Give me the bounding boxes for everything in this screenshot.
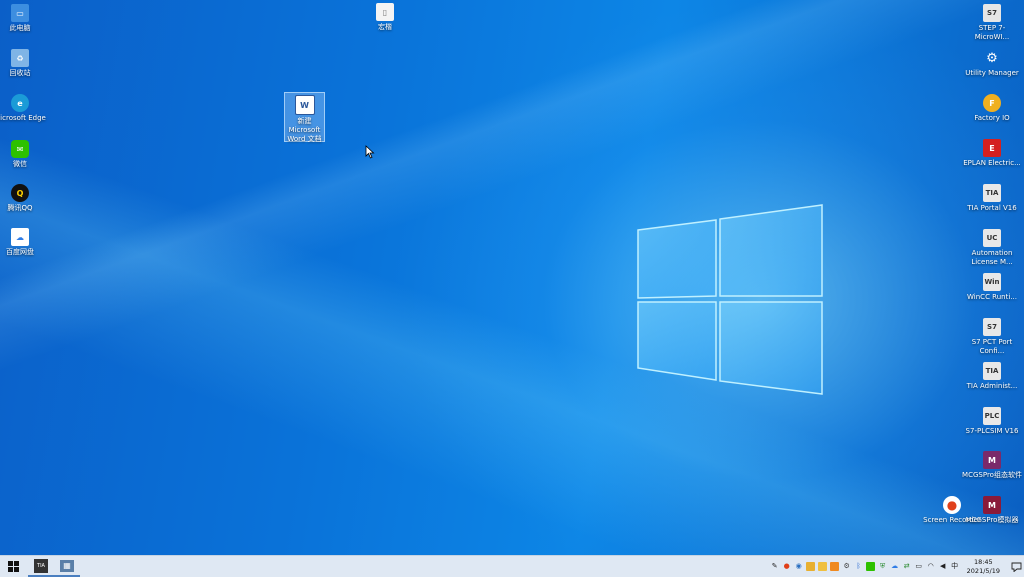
icon-label: Screen Recorder bbox=[923, 516, 981, 524]
icon-label: Utility Manager bbox=[965, 69, 1019, 77]
icon-label: 宏楷 bbox=[378, 23, 392, 31]
wechat-icon: ✉ bbox=[11, 140, 29, 158]
desktop-icon-mcgspro[interactable]: M MCGSPro组态软件 bbox=[962, 451, 1022, 480]
icon-label: EPLAN Electric... bbox=[963, 159, 1021, 167]
wechat-tray-icon[interactable] bbox=[866, 562, 876, 571]
mcgspro-simulator-icon: M bbox=[983, 496, 1001, 514]
s7-pct-icon: S7 bbox=[983, 318, 1001, 336]
start-button[interactable] bbox=[0, 556, 26, 577]
taskbar-app-window[interactable]: ▦ bbox=[54, 556, 80, 577]
desktop-icon-word-document[interactable]: W 新建 Microsoft Word 文档 bbox=[284, 92, 325, 143]
plcsim-icon: PLC bbox=[983, 407, 1001, 425]
mcgspro-icon: M bbox=[983, 451, 1001, 469]
desktop-icon-this-pc[interactable]: ▭ 此电脑 bbox=[0, 4, 50, 33]
desktop-icon-utility-manager[interactable]: ⚙ Utility Manager bbox=[962, 49, 1022, 78]
icon-label: 腾讯QQ bbox=[7, 204, 33, 212]
step7-icon: S7 bbox=[983, 4, 1001, 22]
desktop-icon-wechat[interactable]: ✉ 微信 bbox=[0, 140, 50, 169]
system-tray: ✎ ● ◉ ⚙ ᛒ ⛨ ☁ ⇄ ▭ ◠ ◀ 中 18:45 2021/5/19 bbox=[769, 556, 1024, 577]
desktop-icon-edge[interactable]: e Microsoft Edge bbox=[0, 94, 50, 123]
desktop-icon-top-file[interactable]: ▯ 宏楷 bbox=[355, 3, 415, 32]
recycle-bin-icon: ♻ bbox=[11, 49, 29, 67]
desktop-icon-tia-administrator[interactable]: TIA TIA Administ... bbox=[962, 362, 1022, 391]
clock-time: 18:45 bbox=[973, 557, 993, 566]
shield-icon[interactable]: ⛨ bbox=[878, 562, 887, 571]
notes-tray-icon[interactable] bbox=[818, 562, 828, 571]
computer-icon: ▭ bbox=[11, 4, 29, 22]
desktop-icon-eplan[interactable]: E EPLAN Electric... bbox=[962, 139, 1022, 168]
window-icon: ▦ bbox=[60, 559, 74, 572]
network-tray-icon[interactable]: ◉ bbox=[794, 562, 803, 571]
orange-app-tray-icon[interactable] bbox=[830, 562, 840, 571]
icon-label: Microsoft Edge bbox=[0, 114, 46, 122]
speaker-icon[interactable]: ◀ bbox=[938, 562, 947, 571]
icon-label: S7-PLCSIM V16 bbox=[965, 427, 1019, 435]
icon-label: TIA Administ... bbox=[966, 382, 1018, 390]
desktop-icon-recycle-bin[interactable]: ♻ 回收站 bbox=[0, 49, 50, 78]
usb-icon[interactable]: ⇄ bbox=[902, 562, 911, 571]
icon-label: S7 PCT Port Confi... bbox=[971, 338, 1013, 355]
factory-io-icon: F bbox=[983, 94, 1001, 112]
recorder-tray-icon[interactable]: ● bbox=[782, 562, 791, 571]
desktop-icon-qq[interactable]: Q 腾讯QQ bbox=[0, 184, 50, 213]
icon-label: WinCC Runti... bbox=[967, 293, 1017, 301]
desktop-icon-step7-microwin[interactable]: S7 STEP 7-MicroWI... bbox=[962, 4, 1022, 42]
desktop[interactable]: ▭ 此电脑 ♻ 回收站 e Microsoft Edge ✉ 微信 Q 腾讯QQ… bbox=[0, 0, 1024, 555]
ime-icon[interactable]: 中 bbox=[950, 562, 959, 571]
icon-label: 新建 Microsoft Word 文档 bbox=[287, 117, 322, 143]
icon-label: 百度网盘 bbox=[6, 248, 34, 256]
notification-center-button[interactable] bbox=[1008, 556, 1024, 577]
taskbar: TIA ▦ ✎ ● ◉ ⚙ ᛒ ⛨ ☁ ⇄ ▭ ◠ ◀ 中 18:45 2021… bbox=[0, 555, 1024, 577]
icon-label: 回收站 bbox=[9, 69, 31, 77]
tia-portal-icon: TIA bbox=[983, 184, 1001, 202]
gear-icon: ⚙ bbox=[986, 50, 998, 66]
bluetooth-icon[interactable]: ᛒ bbox=[854, 562, 863, 571]
word-document-icon: W bbox=[294, 95, 315, 115]
light-beam bbox=[0, 0, 1024, 555]
desktop-icon-factory-io[interactable]: F Factory IO bbox=[962, 94, 1022, 123]
tia-portal-icon: TIA bbox=[34, 558, 48, 573]
notification-icon bbox=[1011, 562, 1021, 572]
icon-label: 微信 bbox=[13, 160, 27, 168]
windows-logo-wallpaper bbox=[637, 204, 823, 395]
desktop-icon-tia-portal[interactable]: TIA TIA Portal V16 bbox=[962, 184, 1022, 213]
windows-start-icon bbox=[7, 561, 19, 572]
folder-tray-icon[interactable] bbox=[806, 562, 816, 571]
system-clock[interactable]: 18:45 2021/5/19 bbox=[967, 558, 1000, 576]
file-icon: ▯ bbox=[376, 3, 394, 21]
qq-penguin-icon: Q bbox=[11, 184, 29, 202]
icon-label: TIA Portal V16 bbox=[967, 204, 1017, 212]
icon-label: STEP 7-MicroWI... bbox=[974, 24, 1010, 41]
cloud-icon: ☁ bbox=[11, 228, 29, 246]
record-icon: ● bbox=[943, 496, 961, 514]
wifi-icon[interactable]: ◠ bbox=[926, 562, 935, 571]
icon-label: Automation License M... bbox=[971, 249, 1013, 266]
license-manager-icon: UC bbox=[983, 229, 1001, 247]
edge-icon: e bbox=[11, 94, 29, 112]
clock-date: 2021/5/19 bbox=[966, 566, 1000, 575]
icon-label: 此电脑 bbox=[9, 24, 31, 32]
tia-admin-icon: TIA bbox=[983, 362, 1001, 380]
gear-tray-icon[interactable]: ⚙ bbox=[842, 562, 851, 571]
light-beam bbox=[0, 0, 1024, 555]
monitor-icon[interactable]: ▭ bbox=[914, 562, 923, 571]
desktop-icon-s7-pct[interactable]: S7 S7 PCT Port Confi... bbox=[962, 318, 1022, 356]
icon-label: Factory IO bbox=[974, 114, 1010, 122]
desktop-icon-screen-recorder[interactable]: ● Screen Recorder bbox=[922, 496, 982, 525]
icon-label: MCGSPro组态软件 bbox=[962, 471, 1022, 479]
desktop-icon-baidu-netdisk[interactable]: ☁ 百度网盘 bbox=[0, 228, 50, 257]
desktop-icon-automation-license-manager[interactable]: UC Automation License M... bbox=[962, 229, 1022, 267]
taskbar-app-tia-portal[interactable]: TIA bbox=[28, 556, 54, 577]
mouse-cursor-icon bbox=[365, 145, 375, 159]
desktop-icon-s7-plcsim[interactable]: PLC S7-PLCSIM V16 bbox=[962, 407, 1022, 436]
wincc-icon: Win bbox=[983, 273, 1001, 291]
cloud-tray-icon[interactable]: ☁ bbox=[890, 562, 899, 571]
eplan-icon: E bbox=[983, 139, 1001, 157]
pen-icon[interactable]: ✎ bbox=[770, 562, 779, 571]
desktop-icon-wincc-runtime[interactable]: Win WinCC Runti... bbox=[962, 273, 1022, 302]
